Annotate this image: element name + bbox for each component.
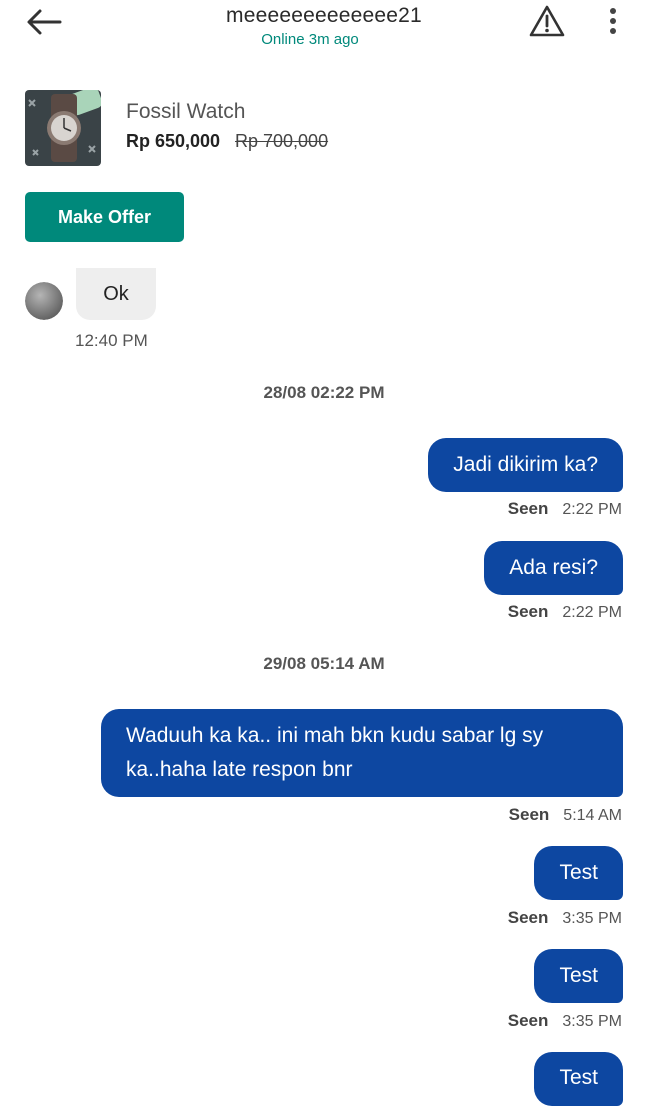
product-price: Rp 650,000	[126, 131, 221, 151]
message-meta: Seen 3:35 PM	[508, 1011, 622, 1031]
message-time: 5:14 AM	[563, 807, 622, 824]
outgoing-message-bubble[interactable]: Test	[534, 846, 623, 900]
make-offer-button[interactable]: Make Offer	[25, 192, 184, 242]
report-button[interactable]	[524, 0, 570, 42]
more-options-button[interactable]	[596, 0, 630, 42]
seen-label: Seen	[507, 602, 549, 621]
outgoing-message-bubble[interactable]: Test	[534, 949, 623, 1003]
seen-label: Seen	[507, 1011, 549, 1030]
outgoing-message-bubble[interactable]: Jadi dikirim ka?	[428, 438, 623, 492]
outgoing-message-bubble[interactable]: Ada resi?	[484, 541, 623, 595]
message-meta: Seen 2:22 PM	[508, 602, 622, 622]
incoming-message-time: 12:40 PM	[75, 331, 148, 350]
message-time: 2:22 PM	[562, 501, 622, 518]
message-meta: Seen 2:22 PM	[508, 499, 622, 519]
seen-label: Seen	[508, 805, 550, 824]
date-separator: 29/08 05:14 AM	[263, 654, 385, 673]
incoming-message-bubble[interactable]: Ok	[76, 268, 156, 320]
message-meta: Seen 3:35 PM	[508, 908, 622, 928]
avatar[interactable]	[25, 282, 63, 320]
outgoing-message-bubble[interactable]: Test	[534, 1052, 623, 1106]
product-thumbnail[interactable]	[25, 90, 101, 166]
more-vertical-icon	[610, 8, 616, 34]
outgoing-message-bubble[interactable]: Waduuh ka ka.. ini mah bkn kudu sabar lg…	[101, 709, 623, 797]
product-name[interactable]: Fossil Watch	[126, 100, 245, 124]
warning-icon	[529, 5, 565, 37]
seen-label: Seen	[507, 908, 549, 927]
message-meta: Seen 5:14 AM	[509, 805, 622, 825]
seen-label: Seen	[507, 499, 549, 518]
product-original-price: Rp 700,000	[235, 131, 329, 151]
message-time: 2:22 PM	[562, 604, 622, 621]
date-separator: 28/08 02:22 PM	[263, 383, 385, 402]
message-time: 3:35 PM	[562, 910, 622, 927]
message-time: 3:35 PM	[562, 1013, 622, 1030]
